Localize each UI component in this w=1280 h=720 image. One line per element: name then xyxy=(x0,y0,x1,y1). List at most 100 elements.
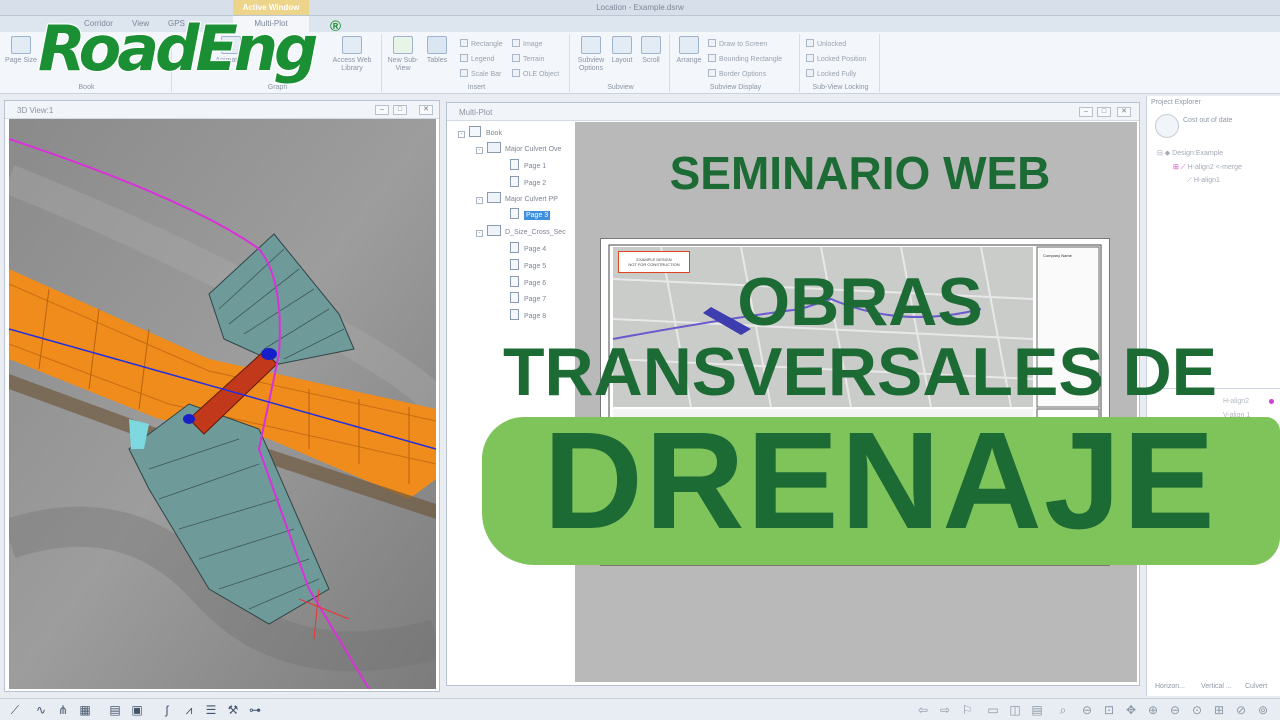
tree-section[interactable]: - Major Culvert Ove xyxy=(476,142,561,155)
minimize-button[interactable]: – xyxy=(375,105,389,115)
ribbon-group-subview: Subview Options Layout Scroll Subview xyxy=(572,34,670,92)
tree-section[interactable]: - D_Size_Cross_Sec xyxy=(476,225,566,238)
zoom-window-icon[interactable]: ⊞ xyxy=(1212,703,1226,717)
headline-transversales: TRANSVERSALES DE xyxy=(502,334,1218,410)
profile-icon[interactable]: ʃ xyxy=(160,703,174,717)
minimize-button[interactable]: – xyxy=(1079,107,1093,117)
subview-options-button[interactable]: Subview Options xyxy=(574,36,608,73)
survey-icon[interactable]: ⚒ xyxy=(226,703,240,717)
view3d-title: 3D View:1 xyxy=(5,101,439,119)
tree-page[interactable]: Page 2 xyxy=(510,176,546,189)
close-button[interactable]: ✕ xyxy=(419,105,433,115)
new-subview-icon xyxy=(393,36,413,54)
alignment-color-dot xyxy=(1269,399,1274,404)
headline-drenaje: DRENAJE xyxy=(543,404,1217,558)
tree-design[interactable]: ⊟ ◆ Design:Example xyxy=(1157,149,1223,157)
layout-button[interactable]: Layout xyxy=(608,36,636,65)
new-subview-button[interactable]: New Sub-View xyxy=(386,36,420,73)
scroll-button[interactable]: Scroll xyxy=(636,36,666,65)
border-icon xyxy=(708,69,716,77)
border-options-button[interactable]: Border Options xyxy=(708,69,766,81)
legend-icon xyxy=(460,54,468,62)
checkbox-icon xyxy=(708,54,716,62)
zoom-out-icon[interactable]: ⊖ xyxy=(1080,703,1094,717)
tree-page-selected[interactable]: Page 3 xyxy=(510,208,551,221)
page-icon xyxy=(510,159,519,170)
page-icon xyxy=(11,36,31,54)
zoom-in-icon[interactable]: ⊕ xyxy=(1146,703,1160,717)
zoom-icon[interactable]: ⌕ xyxy=(1056,703,1070,717)
tables-button[interactable]: Tables xyxy=(424,36,450,65)
forward-icon[interactable]: ⇨ xyxy=(938,703,952,717)
lock-icon xyxy=(806,69,814,77)
roadeng-logo: RoadEng xyxy=(37,12,319,85)
page-icon xyxy=(510,242,519,253)
view3d-canvas[interactable] xyxy=(9,119,436,689)
ole-object-button[interactable]: OLE Object xyxy=(512,69,559,81)
terrain-button[interactable]: Terrain xyxy=(512,54,544,66)
bounding-rectangle-checkbox[interactable]: Bounding Rectangle xyxy=(708,54,782,66)
tab-culvert[interactable]: Culvert xyxy=(1245,683,1267,690)
fit-icon[interactable]: ⊚ xyxy=(1256,703,1270,717)
unlocked-option[interactable]: Unlocked xyxy=(806,39,846,51)
close-button[interactable]: ✕ xyxy=(1117,107,1131,117)
library-icon xyxy=(342,36,362,54)
window-icon[interactable]: ▭ xyxy=(986,703,1000,717)
multiplot-title: Multi-Plot xyxy=(447,103,1139,121)
layout-icon xyxy=(612,36,632,54)
split-icon[interactable]: ◫ xyxy=(1008,703,1022,717)
wave-icon[interactable]: ⩘ xyxy=(182,703,196,717)
page-size-button[interactable]: Page Size xyxy=(4,36,38,65)
pan-icon[interactable]: ✥ xyxy=(1124,703,1138,717)
box-icon[interactable]: ▣ xyxy=(130,703,144,717)
maximize-button[interactable]: □ xyxy=(1097,107,1111,117)
curve-icon[interactable]: ∿ xyxy=(34,703,48,717)
section-icon[interactable]: ▤ xyxy=(108,703,122,717)
draw-alignment-icon[interactable]: ⟋ xyxy=(8,703,22,717)
zoom-previous-icon[interactable]: ⊘ xyxy=(1234,703,1248,717)
terrain-model-graphic xyxy=(9,119,436,689)
tree-page[interactable]: Page 1 xyxy=(510,159,546,172)
access-web-library-button[interactable]: Access Web Library xyxy=(330,36,374,73)
open-book-icon xyxy=(487,225,501,236)
open-book-icon xyxy=(487,142,501,153)
layers-icon[interactable]: ▤ xyxy=(1030,703,1044,717)
draw-to-screen-checkbox[interactable]: Draw to Screen xyxy=(708,39,767,51)
registered-mark: ® xyxy=(330,18,342,35)
maximize-button[interactable]: □ xyxy=(393,105,407,115)
alignment-icon: ⊞ ⟋ xyxy=(1173,164,1188,171)
locked-position-option[interactable]: Locked Position xyxy=(806,54,866,66)
legend-button[interactable]: Legend xyxy=(460,54,494,66)
tab-horizontal[interactable]: Horizon... xyxy=(1155,683,1185,690)
lock-icon[interactable]: ⊡ xyxy=(1102,703,1116,717)
book-icon xyxy=(469,126,481,137)
scale-bar-icon xyxy=(460,69,468,77)
image-button[interactable]: Image xyxy=(512,39,542,51)
rectangle-icon xyxy=(460,39,468,47)
tab-vertical[interactable]: Vertical ... xyxy=(1201,683,1232,690)
tree-page[interactable]: Page 4 xyxy=(510,242,546,255)
group-label: Book xyxy=(78,84,95,91)
flag-icon[interactable]: ⚐ xyxy=(960,703,974,717)
ribbon-group-insert: New Sub-View Tables Rectangle Legend Sca… xyxy=(384,34,570,92)
tree-root-book[interactable]: - Book xyxy=(458,126,502,139)
merge-tag: <-merge xyxy=(1215,164,1242,171)
zoom-out-icon[interactable]: ⊖ xyxy=(1168,703,1182,717)
arrange-button[interactable]: Arrange xyxy=(674,36,704,65)
tree-section[interactable]: - Major Culvert PP xyxy=(476,192,558,205)
collapse-icon: - xyxy=(476,230,483,237)
explorer-tabs: Horizon... Vertical ... Culvert xyxy=(1149,680,1279,694)
zoom-extents-icon[interactable]: ⊙ xyxy=(1190,703,1204,717)
alignment-icon: ⟋ xyxy=(1187,177,1194,184)
tree-h-align2[interactable]: ⊞ ⟋ H-align2 <-merge xyxy=(1173,163,1242,172)
tripod-icon[interactable]: ⋔ xyxy=(56,703,70,717)
list-icon[interactable]: ☰ xyxy=(204,703,218,717)
collapse-icon: - xyxy=(476,197,483,204)
back-icon[interactable]: ⇦ xyxy=(916,703,930,717)
rectangle-button[interactable]: Rectangle xyxy=(460,39,503,51)
tree-h-align1[interactable]: ⟋ H-align1 xyxy=(1187,177,1220,185)
scale-bar-button[interactable]: Scale Bar xyxy=(460,69,501,81)
tree-icon[interactable]: ⊶ xyxy=(248,703,262,717)
locked-fully-option[interactable]: Locked Fully xyxy=(806,69,856,81)
table-icon[interactable]: ▦ xyxy=(78,703,92,717)
